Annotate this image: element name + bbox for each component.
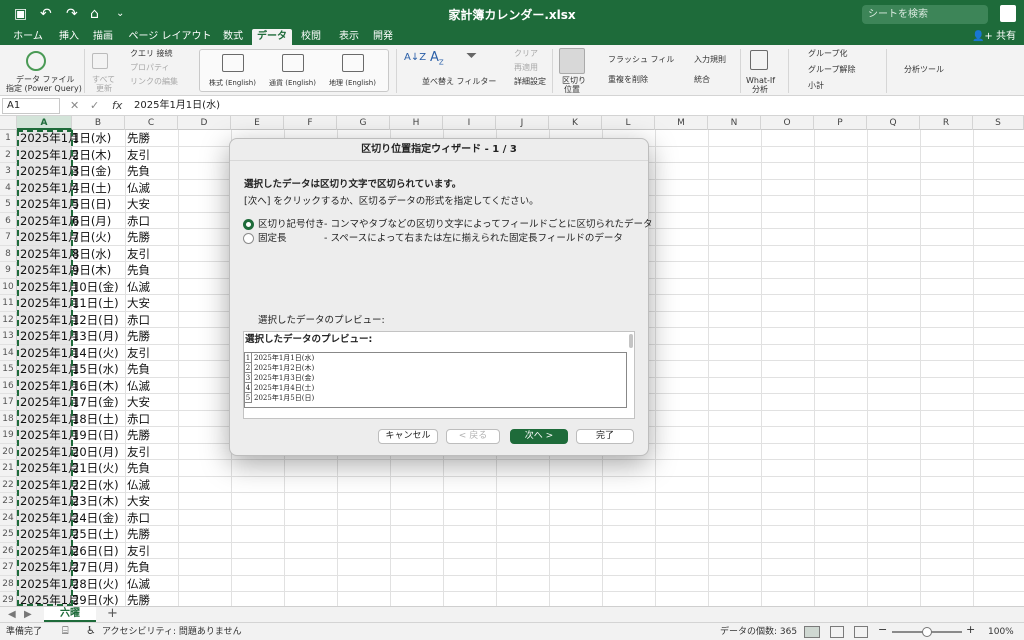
delimited-label[interactable]: 区切り記号付き <box>258 219 325 231</box>
modal-overlay: 区切り位置指定ウィザード - 1 / 3 選択したデータは区切り文字で区切られて… <box>0 0 1024 640</box>
preview-row-number: 3 <box>245 373 252 383</box>
next-button[interactable]: 次へ > <box>510 429 568 444</box>
preview-row-number: 1 <box>245 353 252 363</box>
preview-label: 選択したデータのプレビュー: <box>258 315 385 326</box>
dialog-description: 選択したデータは区切り文字で区切られています。 <box>244 179 462 190</box>
preview-table: 1 2025年1月1日(水) 2 2025年1月2日(木) 3 2025年1月3日(金… <box>244 352 627 408</box>
fixed-width-radio[interactable] <box>243 233 254 244</box>
fixed-width-label[interactable]: 固定長 <box>258 233 287 245</box>
dialog-instruction: [次へ] をクリックするか、区切るデータの形式を指定してください。 <box>244 196 539 207</box>
preview-row: 4 2025年1月4日(土) <box>245 383 626 393</box>
preview-row-number: 5 <box>245 393 252 403</box>
preview-row: 5 2025年1月5日(日) <box>245 393 626 403</box>
preview-row-text: 2025年1月3日(金) <box>254 374 315 382</box>
preview-scrollbar[interactable] <box>629 334 633 348</box>
cancel-button[interactable]: キャンセル <box>378 429 438 444</box>
preview-row-text: 2025年1月1日(水) <box>254 354 315 362</box>
preview-row: 1 2025年1月1日(水) <box>245 353 626 363</box>
preview-row-text: 2025年1月5日(日) <box>254 394 315 402</box>
excel-window: ▣ ↶ ↷ ⌂ ⌄ 家計簿カレンダー.xlsx シートを検索 ホーム 挿入 描画… <box>0 0 1024 640</box>
preview-heading: 選択したデータのプレビュー: <box>245 334 373 345</box>
preview-row-text: 2025年1月2日(木) <box>254 364 315 372</box>
dialog-title: 区切り位置指定ウィザード - 1 / 3 <box>230 139 648 161</box>
finish-button[interactable]: 完了 <box>576 429 634 444</box>
delimited-description: - コンマやタブなどの区切り文字によってフィールドごとに区切られたデータ <box>324 219 653 230</box>
back-button[interactable]: < 戻る <box>446 429 500 444</box>
data-preview-pane[interactable]: 選択したデータのプレビュー: 1 2025年1月1日(水) 2 2025年1月2日(… <box>243 331 635 419</box>
preview-row: 3 2025年1月3日(金) <box>245 373 626 383</box>
text-import-wizard-dialog: 区切り位置指定ウィザード - 1 / 3 選択したデータは区切り文字で区切られて… <box>229 138 653 456</box>
delimited-radio[interactable] <box>243 219 254 230</box>
preview-row: 2 2025年1月2日(木) <box>245 363 626 373</box>
preview-row-number: 4 <box>245 383 252 393</box>
preview-row-number: 2 <box>245 363 252 373</box>
fixed-width-description: - スペースによって右または左に揃えられた固定長フィールドのデータ <box>324 233 623 244</box>
preview-row-text: 2025年1月4日(土) <box>254 384 315 392</box>
